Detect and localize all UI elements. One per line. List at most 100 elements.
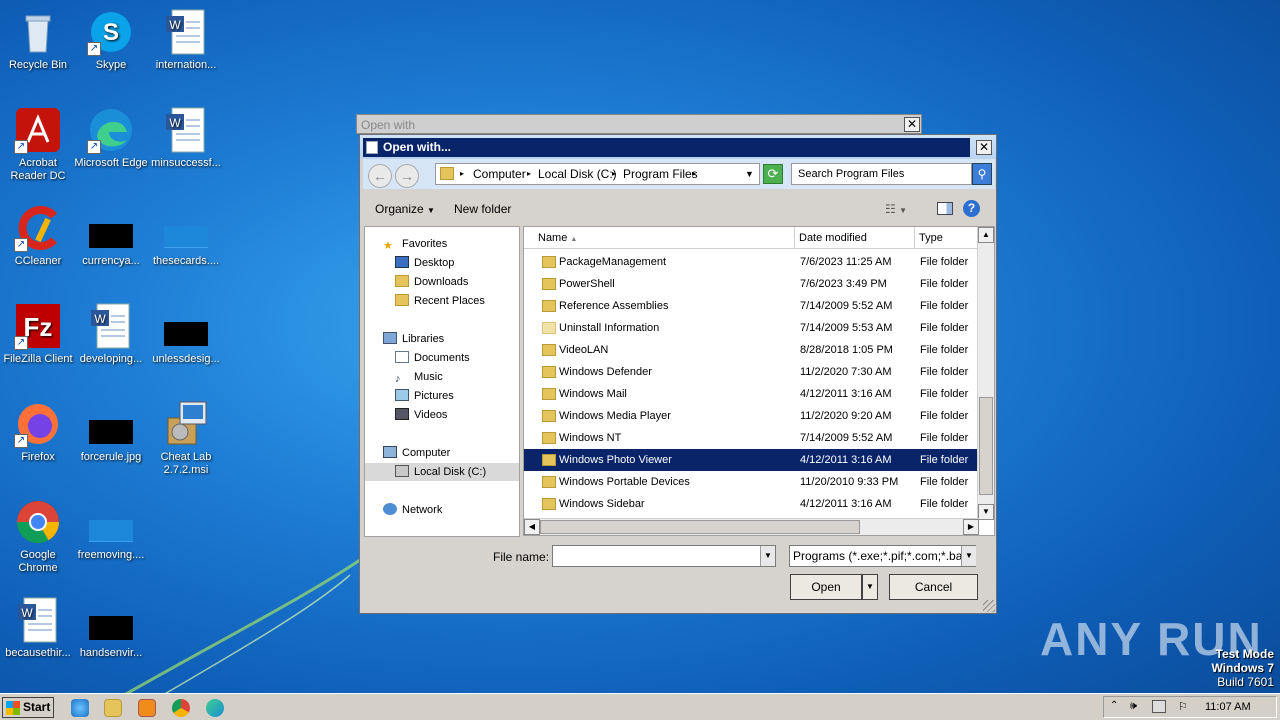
file-row[interactable]: Windows Sidebar 4/12/2011 3:16 AM File fol… <box>524 493 979 515</box>
network-tray-icon[interactable] <box>1152 700 1166 713</box>
desktop-icon-firefox[interactable]: ↗ Firefox <box>0 400 76 464</box>
ccleaner-icon: ↗ <box>14 204 62 252</box>
documents-icon <box>395 351 409 363</box>
scroll-left-icon[interactable]: ◀ <box>524 519 540 535</box>
internet-explorer-icon[interactable] <box>71 699 89 717</box>
nav-libraries[interactable]: Libraries <box>383 330 444 348</box>
desktop-icon-skype[interactable]: S ↗ Skype <box>73 8 149 72</box>
file-type-dropdown-icon[interactable]: ▼ <box>961 546 976 566</box>
file-row[interactable]: VideoLAN 8/28/2018 1:05 PM File folder <box>524 339 979 361</box>
show-hidden-icons-icon[interactable]: ⌃ <box>1110 700 1118 711</box>
desktop-icon-file[interactable]: freemoving.... <box>73 498 149 562</box>
help-icon[interactable]: ? <box>963 200 980 217</box>
open-split-dropdown-icon[interactable]: ▼ <box>862 574 878 600</box>
file-row[interactable]: Windows Media Player 11/2/2020 9:20 AM Fil… <box>524 405 979 427</box>
breadcrumb-computer[interactable]: Computer <box>473 164 526 184</box>
file-row[interactable]: Windows Photo Viewer 4/12/2011 3:16 AM Fil… <box>524 449 979 471</box>
horizontal-scroll-thumb[interactable] <box>540 520 860 534</box>
desktop-icon-recycle-bin[interactable]: Recycle Bin <box>0 8 76 72</box>
cancel-button[interactable]: Cancel <box>889 574 978 600</box>
desktop-icon-file[interactable]: handsenvir... <box>73 596 149 660</box>
file-row[interactable]: Reference Assemblies 7/14/2009 5:52 AM Fil… <box>524 295 979 317</box>
nav-documents[interactable]: Documents <box>395 349 470 367</box>
file-name-input[interactable] <box>552 545 776 567</box>
file-row[interactable]: PowerShell 7/6/2023 3:49 PM File folder <box>524 273 979 295</box>
desktop-icon-word-doc[interactable]: W developing... <box>73 302 149 366</box>
search-icon[interactable]: ⚲ <box>972 163 992 185</box>
start-button[interactable]: Start <box>2 697 54 718</box>
media-player-icon[interactable] <box>138 699 156 717</box>
desktop-icon-file[interactable]: thesecards.... <box>148 204 224 268</box>
nav-pictures[interactable]: Pictures <box>395 387 454 405</box>
edge-taskbar-icon[interactable] <box>206 699 224 717</box>
nav-favorites[interactable]: ★ Favorites <box>383 235 447 253</box>
scroll-down-icon[interactable]: ▼ <box>978 504 994 520</box>
nav-network[interactable]: Network <box>383 501 442 519</box>
desktop-icon-chrome[interactable]: Google Chrome <box>0 498 76 575</box>
desktop-icon-msi[interactable]: Cheat Lab 2.7.2.msi <box>148 400 224 477</box>
desktop-icon-word-doc[interactable]: W becausethir... <box>0 596 76 660</box>
file-row[interactable]: PackageManagement 7/6/2023 11:25 AM File f… <box>524 251 979 273</box>
horizontal-scrollbar[interactable]: ◀ ▶ <box>524 518 979 535</box>
back-button[interactable]: ← <box>368 164 392 188</box>
file-row[interactable]: Windows NT 7/14/2009 5:52 AM File folder <box>524 427 979 449</box>
scroll-right-icon[interactable]: ▶ <box>963 519 979 535</box>
sort-arrow-icon: ▲ <box>570 236 578 243</box>
clock[interactable]: 11:07 AM <box>1205 701 1251 713</box>
nav-local-disk[interactable]: Local Disk (C:) <box>365 463 519 481</box>
volume-icon[interactable]: 🕪 <box>1130 700 1137 713</box>
dialog-close-button[interactable]: ✕ <box>976 140 992 155</box>
nav-music[interactable]: ♪ Music <box>395 368 443 386</box>
file-type-filter[interactable]: Programs (*.exe;*.pif;*.com;*.bat;*.cmd) <box>789 545 976 567</box>
chrome-icon <box>14 498 62 546</box>
action-center-flag-icon[interactable]: ⚐ <box>1178 700 1188 713</box>
new-folder-button[interactable]: New folder <box>454 202 511 216</box>
column-header-type[interactable]: Type <box>915 227 979 249</box>
desktop-icon-ccleaner[interactable]: ↗ CCleaner <box>0 204 76 268</box>
icon-label: Acrobat Reader DC <box>10 157 66 182</box>
forward-button[interactable]: → <box>395 164 419 188</box>
desktop-icon-acrobat[interactable]: ↗ Acrobat Reader DC <box>0 106 76 183</box>
navigation-pane: ★ Favorites Desktop Downloads Recent Plac… <box>364 226 520 537</box>
nav-computer[interactable]: Computer <box>383 444 450 462</box>
folder-icon <box>542 476 556 488</box>
folder-icon <box>542 322 556 334</box>
desktop-icon-edge[interactable]: ↗ Microsoft Edge <box>73 106 149 170</box>
breadcrumb-program-files[interactable]: Program Files <box>623 164 698 184</box>
desktop-icon-file[interactable]: currencya... <box>73 204 149 268</box>
address-dropdown-icon[interactable]: ▼ <box>745 164 754 184</box>
desktop-icon-word-doc[interactable]: W minsuccessf... <box>148 106 224 170</box>
desktop-icon-file[interactable]: unlessdesig... <box>148 302 224 366</box>
desktop-icon-file[interactable]: forcerule.jpg <box>73 400 149 464</box>
preview-pane-icon[interactable] <box>937 202 953 215</box>
refresh-button[interactable]: ⟳ <box>763 164 783 184</box>
nav-desktop[interactable]: Desktop <box>395 254 454 272</box>
scroll-up-icon[interactable]: ▲ <box>978 227 994 243</box>
nav-videos[interactable]: Videos <box>395 406 447 424</box>
desktop-icon-word-doc[interactable]: W internation... <box>148 8 224 72</box>
back-dialog-close-button[interactable]: ✕ <box>904 117 920 132</box>
search-input[interactable]: Search Program Files <box>791 163 972 185</box>
nav-downloads[interactable]: Downloads <box>395 273 468 291</box>
taskbar: Start ⌃ 🕪 ⚐ 11:07 AM <box>0 693 1280 720</box>
file-explorer-icon[interactable] <box>104 699 122 717</box>
nav-recent-places[interactable]: Recent Places <box>395 292 485 310</box>
column-header-name[interactable]: Name ▲ <box>524 227 795 249</box>
file-row[interactable]: Windows Defender 11/2/2020 7:30 AM File fo… <box>524 361 979 383</box>
column-header-date[interactable]: Date modified <box>795 227 915 249</box>
chevron-right-icon: ▸ <box>692 169 697 178</box>
breadcrumb-local-disk[interactable]: Local Disk (C:) <box>538 164 617 184</box>
organize-button[interactable]: Organize ▼ <box>375 202 435 216</box>
file-row[interactable]: Windows Portable Devices 11/20/2010 9:33 … <box>524 471 979 493</box>
file-row[interactable]: Windows Mail 4/12/2011 3:16 AM File folder <box>524 383 979 405</box>
address-bar[interactable]: ▸ Computer ▸ Local Disk (C:) ▸ Program F… <box>435 163 760 185</box>
vertical-scroll-thumb[interactable] <box>979 397 993 495</box>
file-row[interactable]: Uninstall Information 7/14/2009 5:53 AM Fi… <box>524 317 979 339</box>
open-button[interactable]: Open <box>790 574 862 600</box>
desktop-icon-filezilla[interactable]: Fz ↗ FileZilla Client <box>0 302 76 366</box>
view-options-icon[interactable]: ☷ ▼ <box>885 202 907 216</box>
vertical-scrollbar[interactable]: ▲ ▼ <box>977 227 994 520</box>
resize-grip-icon[interactable] <box>983 600 995 612</box>
chrome-taskbar-icon[interactable] <box>172 699 190 717</box>
file-name-dropdown-icon[interactable]: ▼ <box>760 546 775 566</box>
